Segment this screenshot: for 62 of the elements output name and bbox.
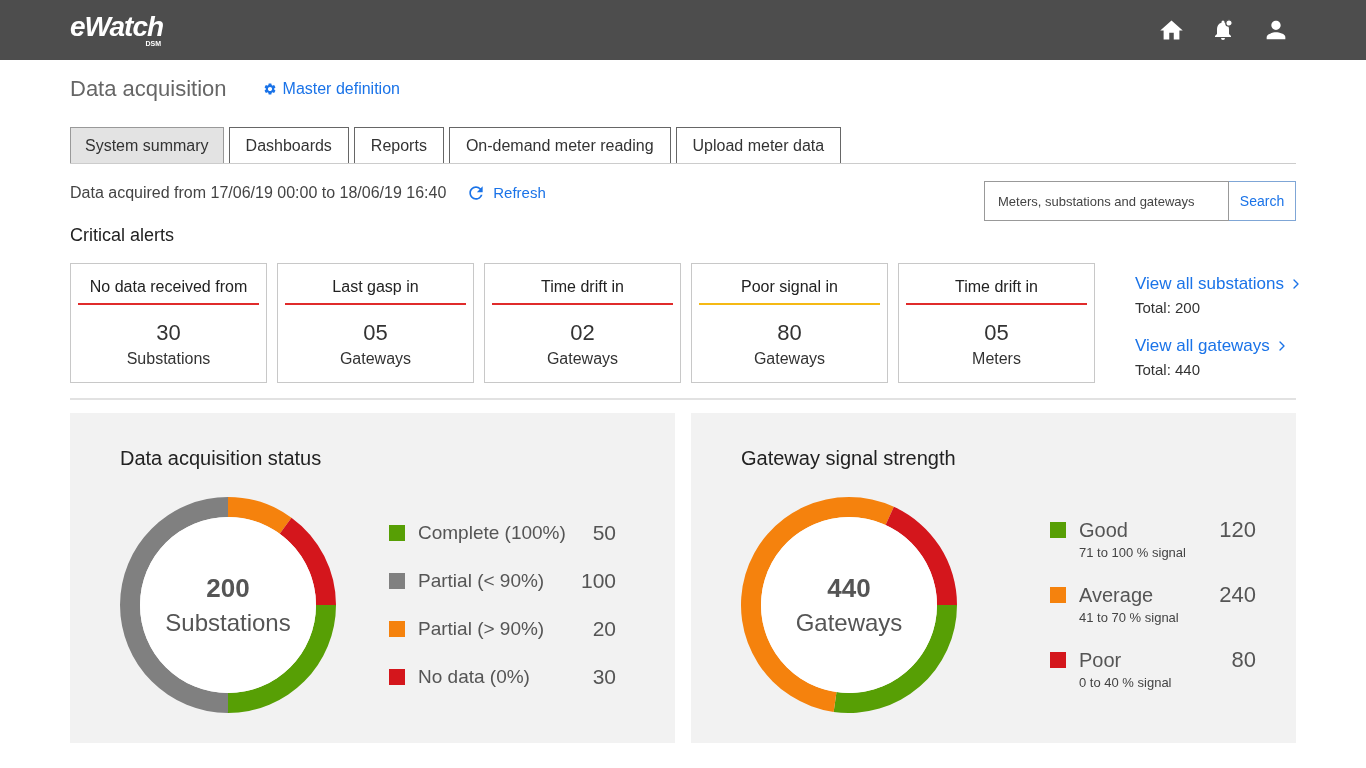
legend-value: 100: [580, 568, 616, 594]
alert-card[interactable]: Time drift in 05 Meters: [898, 263, 1095, 383]
tab[interactable]: Dashboards: [228, 127, 349, 163]
legend-label: No data (0%): [418, 665, 530, 689]
alert-count: 02: [570, 320, 595, 346]
alert-card[interactable]: No data received from 30 Substations: [70, 263, 267, 383]
view-all-link[interactable]: View all substations: [1135, 272, 1304, 296]
alert-title: Last gasp in: [332, 277, 419, 297]
legend-label: Average: [1079, 583, 1155, 608]
total-count: Total: 440: [1135, 360, 1202, 380]
donut-total: 440: [827, 571, 871, 604]
alert-unit: Gateways: [546, 349, 619, 369]
total-count: Total: 200: [1135, 298, 1202, 318]
master-definition-link[interactable]: Master definition: [262, 77, 400, 101]
bell-notification-icon[interactable]: [1213, 19, 1234, 41]
legend-value: 50: [592, 520, 616, 546]
alert-card[interactable]: Last gasp in 05 Gateways: [277, 263, 474, 383]
legend-value: 240: [1219, 582, 1256, 608]
alert-unit: Substations: [126, 349, 211, 369]
alert-card[interactable]: Time drift in 02 Gateways: [484, 263, 681, 383]
legend-label: Complete (100%): [418, 521, 566, 545]
legend-note: 0 to 40 % signal: [1079, 674, 1172, 692]
legend-label: Partial (< 90%): [418, 569, 545, 593]
tab[interactable]: Upload meter data: [675, 127, 842, 163]
donut-total-label: Substations: [165, 607, 291, 638]
legend-note: 41 to 70 % signal: [1079, 609, 1179, 627]
legend-note: 71 to 100 % signal: [1079, 544, 1186, 562]
panel-title: Data acquisition status: [120, 446, 323, 470]
legend-value: 30: [592, 664, 616, 690]
refresh-link[interactable]: Refresh: [466, 181, 546, 205]
section-title: Critical alerts: [70, 224, 176, 247]
logo-wordmark[interactable]: eWatch: [70, 13, 164, 40]
legend-value: 20: [592, 616, 616, 642]
view-all-link[interactable]: View all gateways: [1135, 334, 1304, 358]
alert-title: Poor signal in: [741, 277, 838, 297]
legend-label: Poor: [1079, 648, 1123, 673]
settings-icon: [262, 82, 277, 96]
legend-label: Partial (> 90%): [418, 617, 545, 641]
tab[interactable]: System summary: [70, 127, 224, 163]
donut-total-label: Gateways: [795, 607, 903, 638]
alert-unit: Gateways: [753, 349, 826, 369]
legend-value: 80: [1231, 647, 1256, 673]
alert-title: Time drift in: [955, 277, 1038, 297]
panel-title: Gateway signal strength: [741, 446, 957, 470]
search-button[interactable]: Search: [1229, 181, 1296, 221]
alert-title: Time drift in: [541, 277, 624, 297]
acquisition-period: Data acquired from 17/06/19 00:00 to 18/06/19 16:40: [70, 183, 447, 203]
alert-unit: Meters: [972, 349, 1021, 369]
tab[interactable]: Reports: [353, 127, 444, 163]
alert-title: No data received from: [89, 277, 248, 297]
search-field[interactable]: Meters, substations and gateways: [984, 181, 1229, 221]
legend-value: 120: [1219, 517, 1256, 543]
legend-label: Good: [1079, 518, 1129, 543]
alert-unit: Gateways: [339, 349, 412, 369]
alert-count: 80: [777, 320, 802, 346]
donut-total: 200: [206, 571, 250, 604]
tab[interactable]: On-demand meter reading: [448, 127, 671, 163]
page-title: Data acquisition: [70, 75, 227, 103]
alert-count: 05: [984, 320, 1009, 346]
alert-card[interactable]: Poor signal in 80 Gateways: [691, 263, 888, 383]
alert-count: 30: [156, 320, 181, 346]
alert-count: 05: [363, 320, 388, 346]
